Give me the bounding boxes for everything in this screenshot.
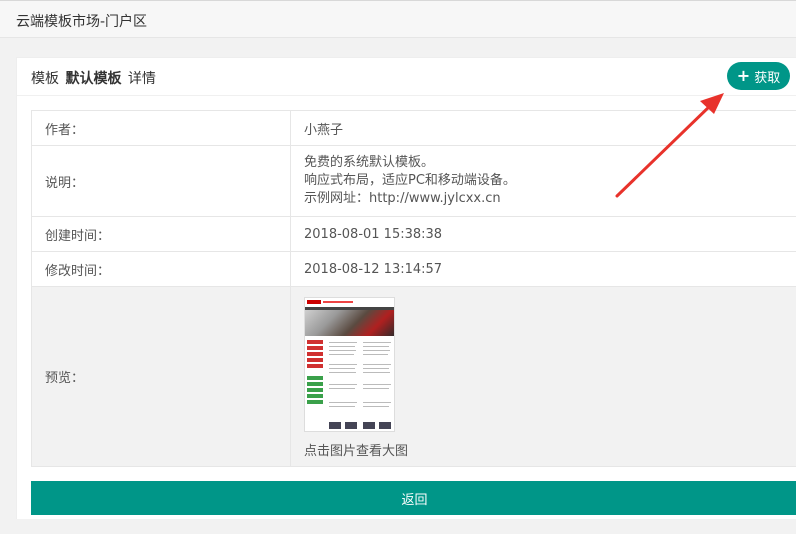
card-header: 模板 默认模板 详情 + 获取 xyxy=(17,58,796,96)
description-line: 示例网址：http://www.jylcxx.cn xyxy=(304,191,501,206)
author-value: 小燕子 xyxy=(290,110,796,146)
top-bar: 云端模板市场-门户区 xyxy=(0,0,796,38)
table-row-created: 创建时间： 2018-08-01 15:38:38 xyxy=(31,216,796,252)
table-row-author: 作者： 小燕子 xyxy=(31,110,796,146)
card-title-suffix: 详情 xyxy=(127,71,156,87)
description-line: 响应式布局，适应PC和移动端设备。 xyxy=(304,173,516,188)
created-value: 2018-08-01 15:38:38 xyxy=(290,216,796,252)
preview-value: 点击图片查看大图 xyxy=(290,286,796,467)
modified-value: 2018-08-12 13:14:57 xyxy=(290,251,796,287)
get-template-button[interactable]: + 获取 xyxy=(727,62,790,90)
card-title-prefix: 模板 xyxy=(31,71,59,87)
detail-table: 作者： 小燕子 说明： 免费的系统默认模板。 响应式布局，适应PC和移动端设备。… xyxy=(31,110,796,467)
modified-label: 修改时间： xyxy=(31,251,291,287)
template-detail-card: 模板 默认模板 详情 + 获取 作者： 小燕子 说明： 免费的系统默认模板。 响… xyxy=(16,57,796,519)
table-row-preview: 预览： 点击图片查看大图 xyxy=(31,286,796,467)
page-title: 云端模板市场-门户区 xyxy=(16,14,148,30)
table-row-description: 说明： 免费的系统默认模板。 响应式布局，适应PC和移动端设备。 示例网址：ht… xyxy=(31,145,796,217)
created-label: 创建时间： xyxy=(31,216,291,252)
template-preview-thumbnail[interactable] xyxy=(304,296,395,432)
description-value: 免费的系统默认模板。 响应式布局，适应PC和移动端设备。 示例网址：http:/… xyxy=(290,145,796,217)
card-title: 模板 默认模板 详情 xyxy=(31,68,156,88)
author-label: 作者： xyxy=(31,110,291,146)
preview-label: 预览： xyxy=(31,286,291,467)
back-button[interactable]: 返回 xyxy=(31,481,796,515)
template-name: 默认模板 xyxy=(65,71,122,87)
description-label: 说明： xyxy=(31,145,291,217)
description-line: 免费的系统默认模板。 xyxy=(304,155,435,170)
get-button-label: 获取 xyxy=(754,70,781,86)
table-row-modified: 修改时间： 2018-08-12 13:14:57 xyxy=(31,251,796,287)
preview-caption: 点击图片查看大图 xyxy=(304,443,409,459)
plus-icon: + xyxy=(736,65,751,85)
